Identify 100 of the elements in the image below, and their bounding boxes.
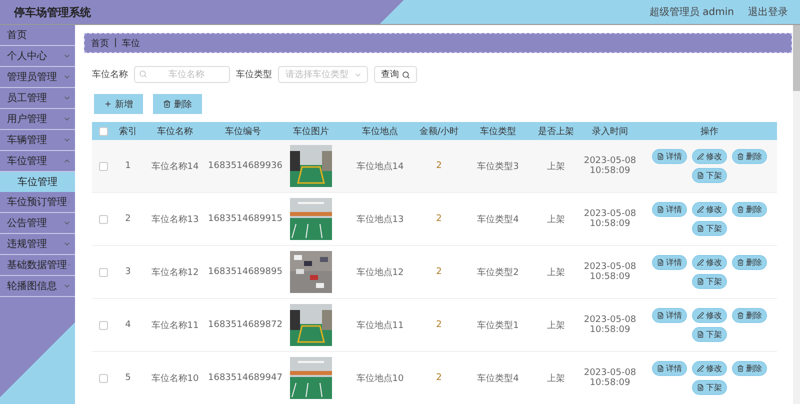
document-icon: [657, 312, 664, 319]
sidebar-item[interactable]: 个人中心: [0, 46, 75, 67]
document-icon: [657, 153, 664, 160]
table-cell-text: 车位地点12: [355, 266, 405, 278]
edit-button[interactable]: 修改: [692, 149, 727, 164]
column-header: 是否上架: [537, 126, 575, 138]
chevron-icon: [63, 240, 71, 248]
table-cell-text: 2023-05-08 10:58:09: [582, 156, 638, 176]
document-icon: [657, 259, 664, 266]
search-icon: [139, 70, 147, 78]
sidebar-item[interactable]: 管理员管理: [0, 67, 75, 88]
breadcrumb-separator: |: [114, 38, 118, 48]
details-button[interactable]: 详情: [652, 255, 687, 270]
trash-icon: [737, 312, 744, 319]
table-cell-text: 上架: [546, 320, 566, 332]
unlist-button[interactable]: 下架: [692, 274, 727, 289]
table-cell-text: 车位地点10: [355, 372, 405, 384]
sidebar-item[interactable]: 违规管理: [0, 234, 75, 255]
add-button[interactable]: 新增: [96, 96, 141, 112]
details-button[interactable]: 详情: [652, 202, 687, 217]
delete-button[interactable]: 删除: [732, 308, 767, 323]
row-checkbox[interactable]: [98, 162, 108, 170]
field-label: 车位类型: [236, 68, 272, 81]
column-header: 金额/小时: [418, 126, 460, 138]
table-cell-text: 2: [435, 161, 443, 171]
row-checkbox[interactable]: [98, 320, 108, 330]
row-checkbox[interactable]: [98, 268, 108, 276]
scrollbar[interactable]: [793, 25, 800, 404]
sidebar-item[interactable]: 公告管理: [0, 213, 75, 234]
trash-icon: [737, 259, 744, 266]
table-cell-text: 上架: [546, 160, 566, 172]
sidebar-item[interactable]: 轮播图信息: [0, 276, 75, 297]
table-cell-text: 车位类型4: [476, 214, 520, 226]
table-cell-text: 车位名称10: [150, 372, 200, 384]
document-icon: [697, 384, 704, 391]
delete-button[interactable]: 删除: [732, 149, 767, 164]
table-cell-text: 2023-05-08 10:58:09: [582, 209, 638, 229]
pen-icon: [697, 365, 704, 372]
delete-button[interactable]: 删除: [732, 255, 767, 270]
sidebar-item[interactable]: 首页: [0, 25, 75, 46]
plus-icon: [104, 100, 112, 108]
document-icon: [697, 278, 704, 285]
column-header: 车位名称: [156, 126, 194, 138]
sidebar-item[interactable]: 车辆管理: [0, 130, 75, 151]
details-button[interactable]: 详情: [652, 361, 687, 376]
edit-button[interactable]: 修改: [692, 202, 727, 217]
table-cell-text: 车位名称14: [150, 160, 200, 172]
row-checkbox[interactable]: [98, 374, 108, 382]
edit-button[interactable]: 修改: [692, 255, 727, 270]
sidebar-item[interactable]: 员工管理: [0, 88, 75, 109]
table-cell-text: 车位类型2: [476, 266, 520, 278]
column-header: 录入时间: [591, 126, 629, 138]
sidebar-subitem[interactable]: 车位管理: [0, 172, 75, 192]
table-cell-text: 车位类型4: [476, 372, 520, 384]
table-cell-text: 车位地点14: [355, 160, 405, 172]
table-cell-text: 2: [124, 214, 132, 224]
sidebar-item[interactable]: 用户管理: [0, 109, 75, 130]
pen-icon: [697, 312, 704, 319]
sidebar-item[interactable]: 车位预订管理: [0, 192, 75, 213]
trash-icon: [737, 206, 744, 213]
delete-button[interactable]: 删除: [732, 361, 767, 376]
details-button[interactable]: 详情: [652, 308, 687, 323]
search-icon: [402, 70, 410, 78]
unlist-button[interactable]: 下架: [692, 327, 727, 342]
breadcrumb-link[interactable]: 车位: [122, 36, 140, 50]
logout-link[interactable]: 退出登录: [748, 5, 788, 19]
document-icon: [697, 331, 704, 338]
unlist-button[interactable]: 下架: [692, 380, 727, 395]
chevron-icon: [63, 52, 71, 60]
table-cell-text: 上架: [546, 372, 566, 384]
chevron-icon: [63, 73, 71, 81]
search-field[interactable]: 车位名称: [134, 66, 230, 83]
document-icon: [697, 225, 704, 232]
breadcrumb-link[interactable]: 首页: [91, 36, 109, 50]
delete-button[interactable]: 删除: [155, 96, 200, 112]
table-cell-text: 上架: [546, 266, 566, 278]
table-cell-text: 2: [435, 267, 443, 277]
sidebar-item[interactable]: 基础数据管理: [0, 255, 75, 276]
chevron-icon: [63, 94, 71, 102]
row-checkbox[interactable]: [98, 214, 108, 224]
search-button[interactable]: 查询: [374, 66, 417, 83]
table-cell-text: 3: [124, 267, 132, 277]
chevron-icon: [63, 219, 71, 227]
delete-button[interactable]: 删除: [732, 202, 767, 217]
edit-button[interactable]: 修改: [692, 361, 727, 376]
field-label: 车位名称: [92, 68, 128, 81]
details-button[interactable]: 详情: [652, 149, 687, 164]
table-cell-text: 车位类型1: [476, 320, 520, 332]
table-cell-text: 车位名称11: [150, 320, 200, 332]
table-cell-text: 2023-05-08 10:58:09: [582, 368, 638, 388]
unlist-button[interactable]: 下架: [692, 168, 727, 183]
select-all-checkbox[interactable]: [98, 126, 108, 136]
table-cell-text: 车位类型3: [476, 160, 520, 172]
table-cell-text: 2: [435, 320, 443, 330]
scrollbar-thumb[interactable]: [793, 25, 800, 91]
table-cell-text: 车位名称12: [150, 266, 200, 278]
unlist-button[interactable]: 下架: [692, 221, 727, 236]
edit-button[interactable]: 修改: [692, 308, 727, 323]
user-label: 超级管理员 admin: [649, 6, 734, 19]
app-title: 停车场管理系统: [14, 4, 91, 20]
